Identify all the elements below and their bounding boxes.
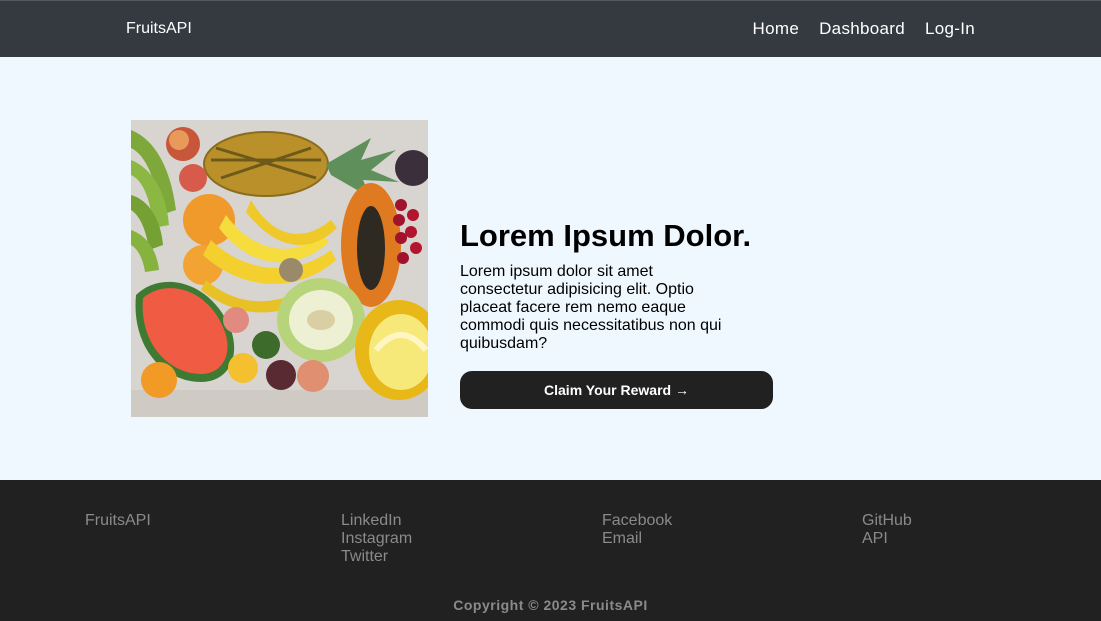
- footer-col-brand: FruitsAPI: [85, 512, 151, 530]
- nav-link-home[interactable]: Home: [753, 19, 800, 39]
- footer-brand: FruitsAPI: [85, 512, 151, 529]
- nav-links: Home Dashboard Log-In: [753, 19, 975, 39]
- footer-col-contact: Facebook Email: [602, 512, 672, 548]
- footer-link-api[interactable]: API: [862, 530, 912, 548]
- nav-link-dashboard[interactable]: Dashboard: [819, 19, 905, 39]
- footer-link-twitter[interactable]: Twitter: [341, 548, 412, 566]
- navbar: FruitsAPI Home Dashboard Log-In: [0, 0, 1101, 57]
- footer-col-dev: GitHub API: [862, 512, 912, 548]
- fruits-illustration: [131, 120, 428, 417]
- hero-section: Lorem Ipsum Dolor. Lorem ipsum dolor sit…: [0, 57, 1101, 480]
- hero-text: Lorem Ipsum Dolor. Lorem ipsum dolor sit…: [460, 217, 780, 409]
- claim-reward-button[interactable]: Claim Your Reward →: [460, 371, 773, 409]
- footer-link-instagram[interactable]: Instagram: [341, 530, 412, 548]
- copyright-text: Copyright © 2023 FruitsAPI: [453, 597, 648, 613]
- footer-link-facebook[interactable]: Facebook: [602, 512, 672, 530]
- footer-link-github[interactable]: GitHub: [862, 512, 912, 530]
- hero-title: Lorem Ipsum Dolor.: [460, 218, 752, 253]
- hero-description: Lorem ipsum dolor sit amet consectetur a…: [460, 263, 722, 352]
- footer-link-linkedin[interactable]: LinkedIn: [341, 512, 412, 530]
- footer: FruitsAPI LinkedIn Instagram Twitter Fac…: [0, 480, 1101, 621]
- nav-link-login[interactable]: Log-In: [925, 19, 975, 39]
- brand-logo-link[interactable]: FruitsAPI: [126, 20, 192, 38]
- footer-link-email[interactable]: Email: [602, 530, 672, 548]
- footer-col-social: LinkedIn Instagram Twitter: [341, 512, 412, 566]
- fruits-image: [131, 120, 428, 417]
